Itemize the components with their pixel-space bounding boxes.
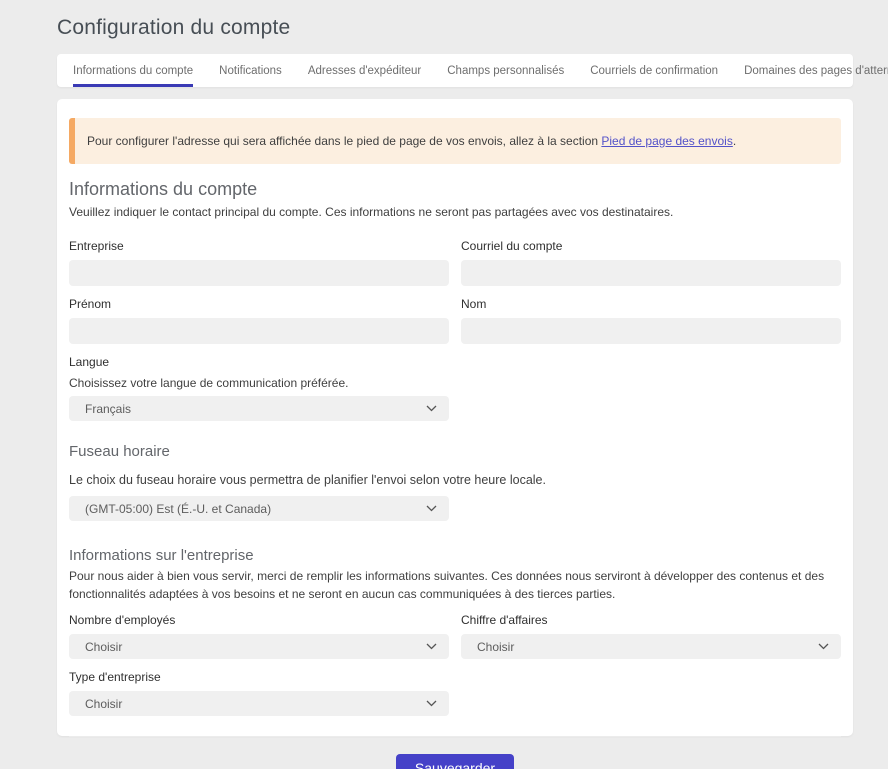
timezone-description: Le choix du fuseau horaire vous permettr… xyxy=(69,473,841,487)
banner-text-suffix: . xyxy=(733,134,736,148)
lastname-field: Nom xyxy=(461,289,841,344)
chevron-down-icon xyxy=(426,643,437,650)
timezone-selected-value: (GMT-05:00) Est (É.-U. et Canada) xyxy=(85,502,271,516)
company-type-label: Type d'entreprise xyxy=(69,662,449,691)
company-input[interactable] xyxy=(69,260,449,286)
save-button[interactable]: Sauvegarder xyxy=(396,754,514,769)
revenue-label: Chiffre d'affaires xyxy=(461,605,841,634)
company-section-heading: Informations sur l'entreprise xyxy=(69,547,841,564)
revenue-select[interactable]: Choisir xyxy=(461,634,841,659)
chevron-down-icon xyxy=(426,405,437,412)
chevron-down-icon xyxy=(426,700,437,707)
language-label: Langue xyxy=(69,347,449,376)
language-field: Langue Choisissez votre langue de commun… xyxy=(69,347,449,421)
tab-adresses-expediteur[interactable]: Adresses d'expéditeur xyxy=(308,54,421,87)
account-email-label: Courriel du compte xyxy=(461,231,841,260)
info-banner: Pour configurer l'adresse qui sera affic… xyxy=(69,118,841,164)
chevron-down-icon xyxy=(818,643,829,650)
firstname-label: Prénom xyxy=(69,289,449,318)
revenue-selected-value: Choisir xyxy=(477,640,514,654)
account-fields-grid: Entreprise Courriel du compte Prénom Nom xyxy=(69,231,841,347)
language-select[interactable]: Français xyxy=(69,396,449,421)
company-section-description: Pour nous aider à bien vous servir, merc… xyxy=(69,568,841,603)
employees-select[interactable]: Choisir xyxy=(69,634,449,659)
lastname-label: Nom xyxy=(461,289,841,318)
firstname-input[interactable] xyxy=(69,318,449,344)
timezone-select[interactable]: (GMT-05:00) Est (É.-U. et Canada) xyxy=(69,496,449,521)
lastname-input[interactable] xyxy=(461,318,841,344)
account-email-input[interactable] xyxy=(461,260,841,286)
company-label: Entreprise xyxy=(69,231,449,260)
button-row: Sauvegarder xyxy=(69,737,841,769)
timezone-section-heading: Fuseau horaire xyxy=(69,443,841,460)
page-container: Configuration du compte Informations du … xyxy=(57,0,853,736)
page-title: Configuration du compte xyxy=(57,0,853,54)
company-type-selected-value: Choisir xyxy=(85,697,122,711)
tab-informations-du-compte[interactable]: Informations du compte xyxy=(73,54,193,87)
account-section-description: Veuillez indiquer le contact principal d… xyxy=(69,204,841,221)
company-field: Entreprise xyxy=(69,231,449,286)
employees-label: Nombre d'employés xyxy=(69,605,449,634)
banner-text: Pour configurer l'adresse qui sera affic… xyxy=(87,134,601,148)
account-email-field: Courriel du compte xyxy=(461,231,841,286)
company-type-field: Type d'entreprise Choisir xyxy=(69,662,449,716)
tab-bar: Informations du compte Notifications Adr… xyxy=(57,54,853,87)
tab-courriels-confirmation[interactable]: Courriels de confirmation xyxy=(590,54,718,87)
chevron-down-icon xyxy=(426,505,437,512)
language-selected-value: Français xyxy=(85,402,131,416)
tab-notifications[interactable]: Notifications xyxy=(219,54,282,87)
employees-field: Nombre d'employés Choisir xyxy=(69,605,449,659)
footer-settings-link[interactable]: Pied de page des envois xyxy=(601,134,732,148)
company-fields-grid: Nombre d'employés Choisir Chiffre d'affa… xyxy=(69,605,841,719)
language-help-text: Choisissez votre langue de communication… xyxy=(69,376,449,396)
employees-selected-value: Choisir xyxy=(85,640,122,654)
settings-panel: Pour configurer l'adresse qui sera affic… xyxy=(57,99,853,736)
account-section-heading: Informations du compte xyxy=(69,179,841,200)
tab-champs-personnalises[interactable]: Champs personnalisés xyxy=(447,54,564,87)
revenue-field: Chiffre d'affaires Choisir xyxy=(461,605,841,659)
firstname-field: Prénom xyxy=(69,289,449,344)
company-type-select[interactable]: Choisir xyxy=(69,691,449,716)
tab-domaines-pages-atterrissage[interactable]: Domaines des pages d'atterrissage xyxy=(744,54,888,87)
